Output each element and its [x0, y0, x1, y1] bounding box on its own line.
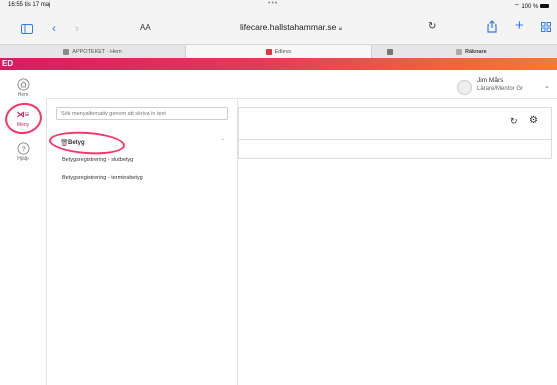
- app-header-band: ED: [0, 58, 557, 70]
- tab-favicon-icon: [387, 48, 393, 55]
- status-time: 16:55 tis 17 maj: [8, 2, 51, 8]
- gear-icon[interactable]: ⚙: [529, 115, 538, 126]
- browser-tab-strip: APPOTEKET - Hem Edlevo Räknare: [0, 44, 557, 59]
- tab-edlevo[interactable]: Edlevo: [185, 45, 372, 58]
- app-header: Jim Mårs Lärare/Mentor Gr ⌄: [46, 70, 557, 99]
- share-icon[interactable]: [487, 20, 497, 35]
- svg-text:?: ?: [21, 144, 25, 153]
- menu-item-terminsbetyg[interactable]: Betygsregistrering - terminsbetyg: [62, 175, 143, 181]
- forward-icon[interactable]: ›: [75, 22, 79, 34]
- chevron-down-icon[interactable]: ⌄: [544, 82, 550, 90]
- reload-icon[interactable]: ↻: [428, 21, 436, 32]
- address-bar[interactable]: lifecare.hallstahammar.se 🔒︎: [240, 22, 342, 33]
- tab-favicon-icon: [63, 48, 70, 55]
- nav-item-hjalp[interactable]: ? Hjälp: [0, 142, 46, 166]
- new-tab-icon[interactable]: +: [515, 18, 524, 33]
- tab-untitled[interactable]: [370, 45, 410, 58]
- chevron-icon: ˇ: [222, 140, 224, 146]
- menu-search-input[interactable]: [56, 107, 228, 120]
- nav-item-hem[interactable]: Hem: [0, 78, 46, 102]
- tab-raknare[interactable]: Räknare: [410, 45, 557, 58]
- battery-icon: [540, 4, 549, 9]
- battery-indicator: ⌔ 100 %: [514, 2, 549, 10]
- tab-appoteket[interactable]: APPOTEKET - Hem: [0, 45, 185, 58]
- avatar[interactable]: [457, 80, 472, 95]
- home-icon: [17, 78, 29, 91]
- menu-item-slutbetyg[interactable]: Betygsregistrering - slutbetyg: [62, 157, 133, 163]
- wifi-icon: ⌔: [514, 4, 520, 10]
- refresh-icon[interactable]: ↻: [510, 116, 518, 127]
- browser-toolbar: ‹ › AA lifecare.hallstahammar.se 🔒︎ ↻ +: [0, 11, 557, 44]
- tab-favicon-icon: [265, 48, 272, 55]
- status-bar: 16:55 tis 17 maj ••• ⌔ 100 %: [0, 0, 557, 11]
- app-logo[interactable]: ED: [2, 59, 13, 68]
- text-size-button[interactable]: AA: [140, 23, 151, 32]
- lock-icon: 🔒︎: [338, 26, 342, 32]
- help-icon: ?: [17, 142, 29, 155]
- tab-favicon-icon: [456, 48, 462, 55]
- content-toolbar: [238, 107, 552, 140]
- sidebar-toggle-icon[interactable]: [21, 24, 33, 36]
- tab-overview-icon[interactable]: [541, 22, 551, 34]
- multitask-dots[interactable]: •••: [268, 0, 278, 7]
- user-name: Jim Mårs: [477, 77, 504, 84]
- back-icon[interactable]: ‹: [52, 22, 56, 34]
- user-role: Lärare/Mentor Gr: [477, 86, 524, 92]
- content-row: [238, 139, 552, 159]
